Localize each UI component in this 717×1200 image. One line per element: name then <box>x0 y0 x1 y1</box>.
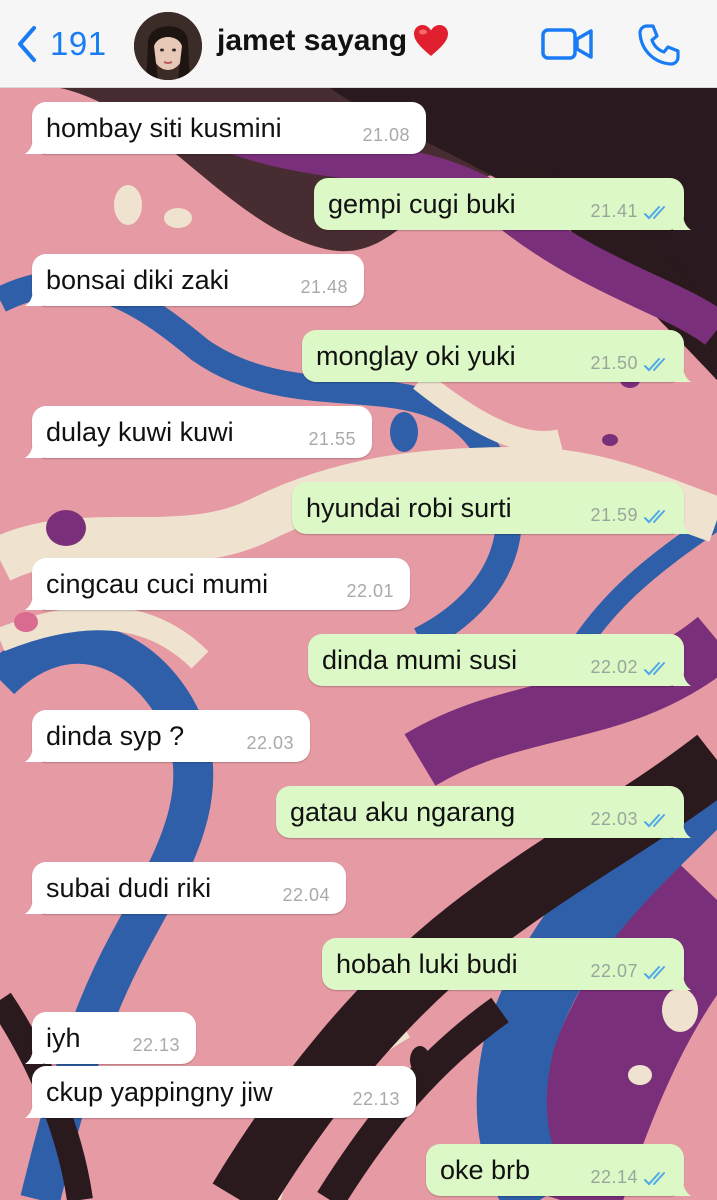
bubble-tail <box>673 668 691 686</box>
avatar[interactable] <box>134 12 202 80</box>
outgoing-message[interactable]: monglay oki yuki 21.50 <box>302 330 691 382</box>
incoming-message[interactable]: ckup yappingny jiw 22.13 <box>25 1066 416 1118</box>
bubble-tail <box>25 592 43 610</box>
bubble-tail <box>673 972 691 990</box>
message-text: monglay oki yuki <box>316 341 516 371</box>
bubble-tail <box>25 744 43 762</box>
incoming-message[interactable]: dulay kuwi kuwi 21.55 <box>25 406 372 458</box>
bubble-tail <box>25 1100 43 1118</box>
message-time: 22.04 <box>282 885 330 905</box>
bubble-tail <box>25 896 43 914</box>
message-time: 22.03 <box>590 809 638 829</box>
phone-icon[interactable] <box>636 22 682 68</box>
message-time: 22.13 <box>132 1035 180 1055</box>
message-time: 21.59 <box>590 505 638 525</box>
contact-name[interactable]: jamet sayang <box>217 24 449 58</box>
message-text: hyundai robi surti <box>306 493 512 523</box>
message-time: 21.41 <box>590 201 638 221</box>
incoming-message[interactable]: bonsai diki zaki 21.48 <box>25 254 364 306</box>
message-time: 21.08 <box>362 125 410 145</box>
outgoing-message[interactable]: hyundai robi surti 21.59 <box>292 482 691 534</box>
outgoing-message[interactable]: gempi cugi buki 21.41 <box>314 178 691 230</box>
red-heart-emoji <box>414 25 449 56</box>
avatar-image <box>134 12 202 80</box>
double-check-icon <box>644 814 665 828</box>
message-time: 21.50 <box>590 353 638 373</box>
message-text: dinda syp ? <box>46 721 185 751</box>
contact-name-text: jamet sayang <box>217 24 408 57</box>
message-text: gempi cugi buki <box>328 189 516 219</box>
incoming-message[interactable]: hombay siti kusmini 21.08 <box>25 102 426 154</box>
double-check-icon <box>644 1172 665 1186</box>
bubble-tail <box>25 1046 43 1064</box>
double-check-icon <box>644 510 665 524</box>
outgoing-message[interactable]: oke brb 22.14 <box>426 1144 691 1196</box>
bubble-tail <box>25 136 43 154</box>
double-check-icon <box>644 206 665 220</box>
message-text: bonsai diki zaki <box>46 265 230 295</box>
message-time: 21.55 <box>308 429 356 449</box>
message-text: dinda mumi susi <box>322 645 518 675</box>
chat-header: 191 jamet sayang <box>0 0 717 88</box>
message-time: 22.01 <box>346 581 394 601</box>
double-check-icon <box>644 358 665 372</box>
incoming-message[interactable]: cingcau cuci mumi 22.01 <box>25 558 410 610</box>
message-text: dulay kuwi kuwi <box>46 417 234 447</box>
message-text: oke brb <box>440 1155 531 1185</box>
message-time: 22.02 <box>590 657 638 677</box>
outgoing-message[interactable]: hobah luki budi 22.07 <box>322 938 691 990</box>
message-text: ckup yappingny jiw <box>46 1077 273 1107</box>
chevron-left-icon <box>18 26 36 62</box>
back-button[interactable]: 191 <box>14 22 107 66</box>
double-check-icon <box>644 966 665 980</box>
message-text: iyh <box>46 1023 81 1053</box>
bubble-tail <box>25 440 43 458</box>
message-time: 22.13 <box>352 1089 400 1109</box>
message-text: cingcau cuci mumi <box>46 569 269 599</box>
message-text: hombay siti kusmini <box>46 113 282 143</box>
bubble-tail <box>673 212 691 230</box>
message-time: 22.14 <box>590 1167 638 1187</box>
incoming-message[interactable]: subai dudi riki 22.04 <box>25 862 346 914</box>
message-text: hobah luki budi <box>336 949 518 979</box>
double-check-icon <box>644 662 665 676</box>
bubble-tail <box>673 1178 691 1196</box>
outgoing-message[interactable]: dinda mumi susi 22.02 <box>308 634 691 686</box>
message-time: 21.48 <box>300 277 348 297</box>
message-list[interactable]: hombay siti kusmini 21.08 gempi cugi buki 2… <box>0 88 717 1200</box>
video-call-icon[interactable] <box>540 24 594 64</box>
outgoing-message[interactable]: gatau aku ngarang 22.03 <box>276 786 691 838</box>
message-time: 22.07 <box>590 961 638 981</box>
bubble-tail <box>673 820 691 838</box>
bubble-tail <box>673 516 691 534</box>
unread-count: 191 <box>50 25 107 62</box>
incoming-message[interactable]: dinda syp ? 22.03 <box>25 710 310 762</box>
incoming-message[interactable]: iyh 22.13 <box>25 1012 196 1064</box>
message-text: subai dudi riki <box>46 873 212 903</box>
message-text: gatau aku ngarang <box>290 797 516 827</box>
bubble-tail <box>25 288 43 306</box>
bubble-tail <box>673 364 691 382</box>
message-time: 22.03 <box>246 733 294 753</box>
